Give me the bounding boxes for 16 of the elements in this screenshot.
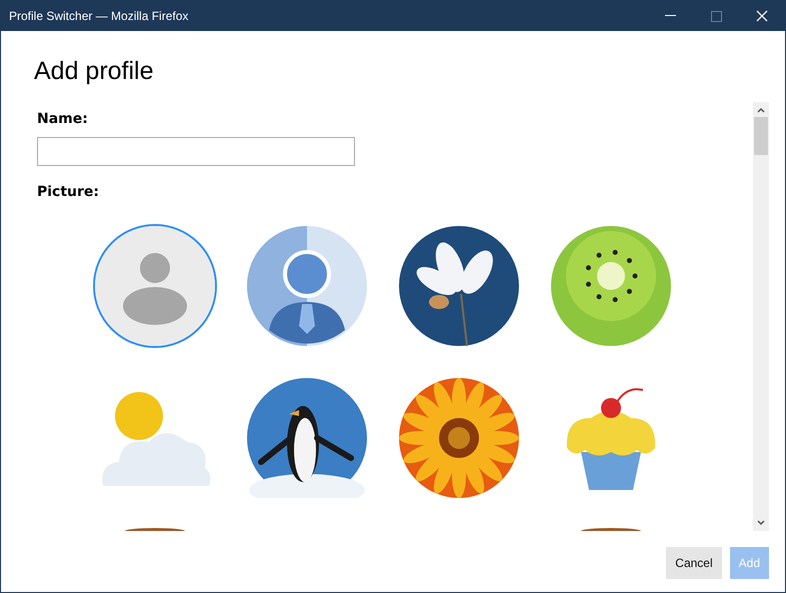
scroll-up-icon[interactable] [756, 105, 766, 115]
window-title: Profile Switcher — Mozilla Firefox [9, 9, 190, 23]
maximize-icon[interactable] [710, 10, 722, 22]
picture-label: Picture: [37, 184, 100, 200]
scrollbar[interactable] [753, 102, 769, 531]
name-field[interactable] [37, 137, 355, 166]
avatar-option[interactable] [397, 224, 521, 348]
scrollbar-thumb[interactable] [754, 117, 768, 155]
minimize-icon[interactable] [664, 15, 676, 17]
close-icon[interactable] [756, 10, 768, 22]
name-label: Name: [37, 111, 88, 127]
cancel-button[interactable]: Cancel [666, 547, 722, 579]
scroll-down-icon[interactable] [756, 518, 766, 528]
avatar-option[interactable] [397, 376, 521, 500]
avatar-option[interactable] [245, 376, 369, 500]
dialog-heading: Add profile [34, 57, 155, 86]
